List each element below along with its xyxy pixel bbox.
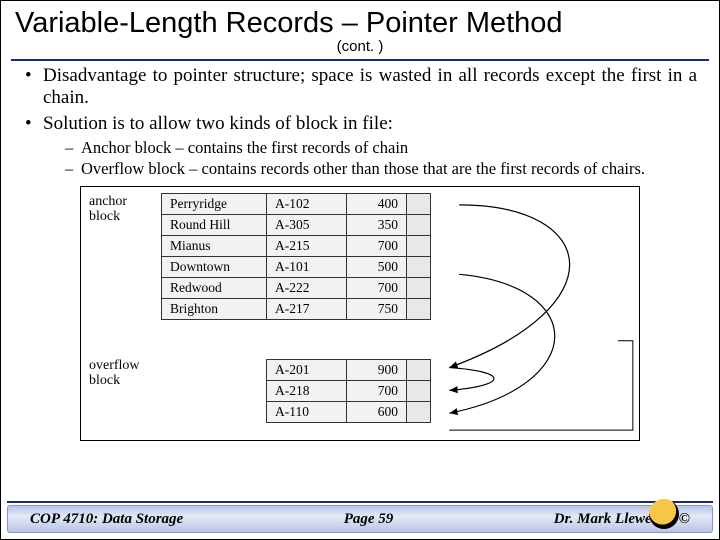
cell-acct: A-101 bbox=[267, 256, 347, 277]
cell-handle bbox=[407, 194, 431, 215]
slide-title: Variable-Length Records – Pointer Method bbox=[15, 7, 705, 40]
sub-bullet-item: Anchor block – contains the first record… bbox=[43, 138, 697, 157]
cell-acct: A-201 bbox=[267, 360, 347, 381]
cell-handle bbox=[407, 215, 431, 236]
footer: COP 4710: Data Storage Page 59 Dr. Mark … bbox=[1, 501, 719, 539]
cell-amt: 600 bbox=[347, 402, 407, 423]
cell-handle bbox=[407, 277, 431, 298]
cell-handle bbox=[407, 298, 431, 319]
footer-left: COP 4710: Data Storage bbox=[30, 511, 183, 528]
slide-subtitle: (cont. ) bbox=[15, 38, 705, 55]
bullet-text: Solution is to allow two kinds of block … bbox=[43, 113, 393, 134]
cell-amt: 500 bbox=[347, 256, 407, 277]
cell-handle bbox=[407, 256, 431, 277]
cell-acct: A-218 bbox=[267, 381, 347, 402]
footer-center: Page 59 bbox=[344, 511, 394, 528]
cell-acct: A-102 bbox=[267, 194, 347, 215]
table-row: PerryridgeA-102400 bbox=[162, 194, 431, 215]
cell-acct: A-217 bbox=[267, 298, 347, 319]
table-row: MianusA-215700 bbox=[162, 236, 431, 257]
block-diagram: anchor block overflow block PerryridgeA-… bbox=[80, 186, 640, 441]
cell-name: Redwood bbox=[162, 277, 267, 298]
body-content: Disadvantage to pointer structure; space… bbox=[1, 61, 719, 441]
table-row: A-218700 bbox=[267, 381, 431, 402]
cell-name: Mianus bbox=[162, 236, 267, 257]
cell-acct: A-305 bbox=[267, 215, 347, 236]
table-row: A-201900 bbox=[267, 360, 431, 381]
cell-handle bbox=[407, 236, 431, 257]
table-row: DowntownA-101500 bbox=[162, 256, 431, 277]
overflow-block-label: overflow block bbox=[89, 359, 140, 388]
cell-acct: A-215 bbox=[267, 236, 347, 257]
cell-handle bbox=[407, 402, 431, 423]
ucf-logo-icon bbox=[649, 499, 679, 529]
sub-bullet-list: Anchor block – contains the first record… bbox=[43, 138, 697, 178]
cell-name: Perryridge bbox=[162, 194, 267, 215]
table-row: A-110600 bbox=[267, 402, 431, 423]
table-row: BrightonA-217750 bbox=[162, 298, 431, 319]
sub-bullet-item: Overflow block – contains records other … bbox=[43, 159, 697, 178]
cell-handle bbox=[407, 360, 431, 381]
title-block: Variable-Length Records – Pointer Method… bbox=[1, 1, 719, 57]
cell-amt: 750 bbox=[347, 298, 407, 319]
bullet-item: Solution is to allow two kinds of block … bbox=[23, 113, 697, 178]
cell-name: Downtown bbox=[162, 256, 267, 277]
slide: Variable-Length Records – Pointer Method… bbox=[0, 0, 720, 540]
overflow-table: A-201900 A-218700 A-110600 bbox=[266, 359, 431, 423]
anchor-block-label: anchor block bbox=[89, 195, 127, 224]
cell-name: Brighton bbox=[162, 298, 267, 319]
cell-amt: 700 bbox=[347, 236, 407, 257]
cell-acct: A-222 bbox=[267, 277, 347, 298]
table-row: Round HillA-305350 bbox=[162, 215, 431, 236]
cell-amt: 700 bbox=[347, 381, 407, 402]
bullet-list: Disadvantage to pointer structure; space… bbox=[23, 65, 697, 178]
anchor-table: PerryridgeA-102400 Round HillA-305350 Mi… bbox=[161, 193, 431, 320]
cell-name: Round Hill bbox=[162, 215, 267, 236]
cell-amt: 400 bbox=[347, 194, 407, 215]
cell-amt: 350 bbox=[347, 215, 407, 236]
bullet-item: Disadvantage to pointer structure; space… bbox=[23, 65, 697, 110]
cell-handle bbox=[407, 381, 431, 402]
footer-bar: COP 4710: Data Storage Page 59 Dr. Mark … bbox=[7, 505, 713, 533]
table-row: RedwoodA-222700 bbox=[162, 277, 431, 298]
footer-divider bbox=[7, 501, 713, 503]
cell-amt: 900 bbox=[347, 360, 407, 381]
cell-amt: 700 bbox=[347, 277, 407, 298]
cell-acct: A-110 bbox=[267, 402, 347, 423]
